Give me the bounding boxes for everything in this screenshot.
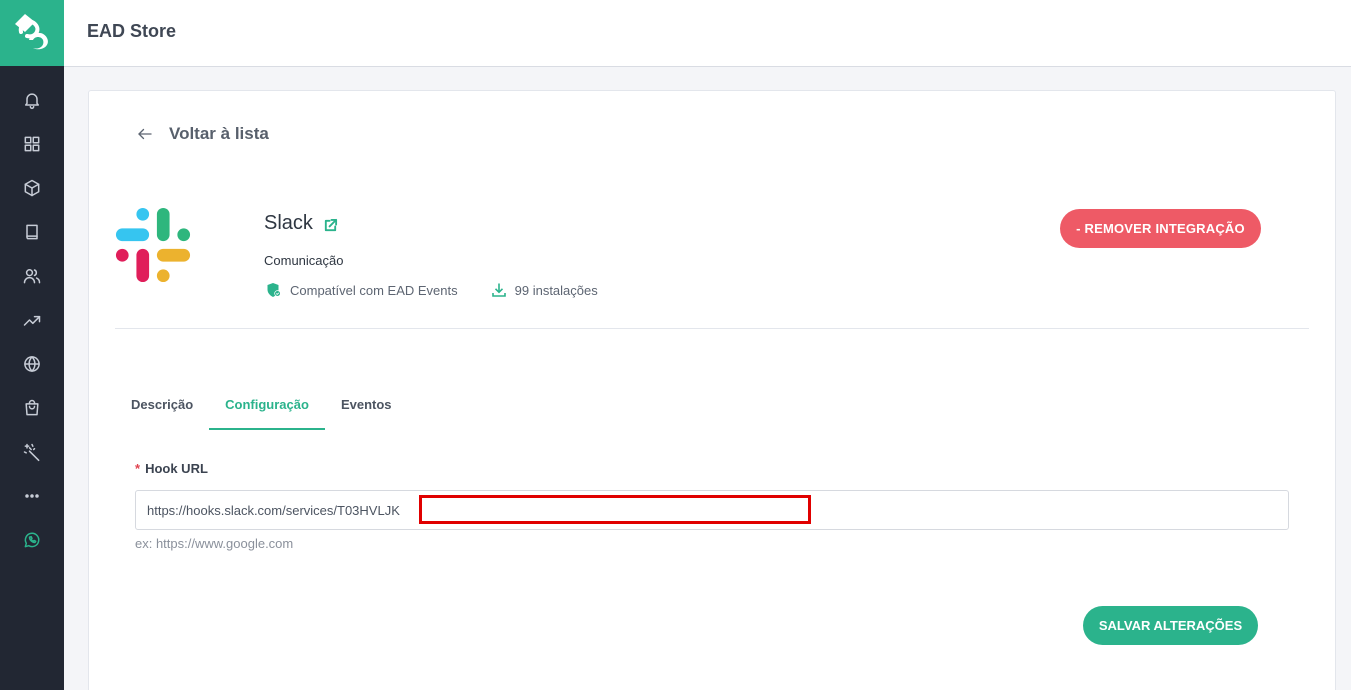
remove-integration-button[interactable]: - REMOVER INTEGRAÇÃO	[1060, 209, 1261, 248]
integration-meta: Compatível com EAD Events 99 instalações	[266, 282, 598, 298]
sidebar-nav	[0, 78, 64, 562]
back-label: Voltar à lista	[169, 124, 269, 143]
shield-check-icon	[267, 283, 281, 297]
top-bar: EAD Store	[64, 0, 1351, 67]
page-title: EAD Store	[87, 21, 177, 41]
sidebar-item-integrations[interactable]	[0, 430, 64, 474]
brand-logo-icon	[15, 14, 48, 50]
hook-url-hint: ex: https://www.google.com	[135, 536, 294, 551]
users-icon	[23, 269, 41, 284]
more-icon	[25, 494, 39, 498]
sidebar-item-courses[interactable]	[0, 210, 64, 254]
slack-logo	[115, 207, 191, 283]
download-icon	[491, 283, 506, 297]
compat-text: Compatível com EAD Events	[290, 282, 458, 298]
whatsapp-icon	[24, 532, 40, 548]
header-divider	[115, 328, 1309, 329]
arrow-left-icon	[138, 128, 152, 140]
back-to-list-link[interactable]: Voltar à lista	[136, 124, 269, 144]
tabs: Descrição Configuração Eventos	[115, 386, 408, 430]
integration-category: Comunicação	[264, 253, 344, 268]
sidebar-item-whatsapp[interactable]	[0, 518, 64, 562]
cube-icon	[24, 179, 40, 197]
redaction-box	[419, 495, 811, 524]
trending-icon	[23, 315, 41, 326]
tab-configuration[interactable]: Configuração	[209, 386, 325, 430]
book-icon	[26, 224, 38, 240]
integration-name: Slack	[264, 212, 313, 234]
sidebar-item-store[interactable]	[0, 386, 64, 430]
magic-wand-icon	[23, 443, 40, 462]
sidebar-item-dashboard[interactable]	[0, 122, 64, 166]
bag-icon	[25, 399, 39, 416]
external-link-icon[interactable]	[323, 216, 338, 232]
sidebar	[0, 0, 64, 690]
sidebar-item-users[interactable]	[0, 254, 64, 298]
brand-logo[interactable]	[0, 0, 64, 66]
integration-title: Slack	[264, 212, 338, 235]
sidebar-item-site[interactable]	[0, 342, 64, 386]
sidebar-item-notifications[interactable]	[0, 78, 64, 122]
bell-icon	[25, 93, 39, 110]
installs-count: 99 instalações	[491, 282, 598, 298]
hook-url-label-text: Hook URL	[145, 461, 208, 476]
sidebar-item-products[interactable]	[0, 166, 64, 210]
grid-icon	[24, 136, 40, 152]
required-mark: *	[135, 461, 141, 476]
tab-events[interactable]: Eventos	[325, 386, 408, 430]
installs-text: 99 instalações	[514, 282, 598, 298]
hook-url-label: * Hook URL	[135, 461, 208, 476]
compat-badge: Compatível com EAD Events	[266, 282, 458, 298]
globe-icon	[24, 356, 40, 372]
tab-description[interactable]: Descrição	[115, 386, 209, 430]
sidebar-item-more[interactable]	[0, 474, 64, 518]
sidebar-item-reports[interactable]	[0, 298, 64, 342]
save-changes-button[interactable]: SALVAR ALTERAÇÕES	[1083, 606, 1258, 645]
